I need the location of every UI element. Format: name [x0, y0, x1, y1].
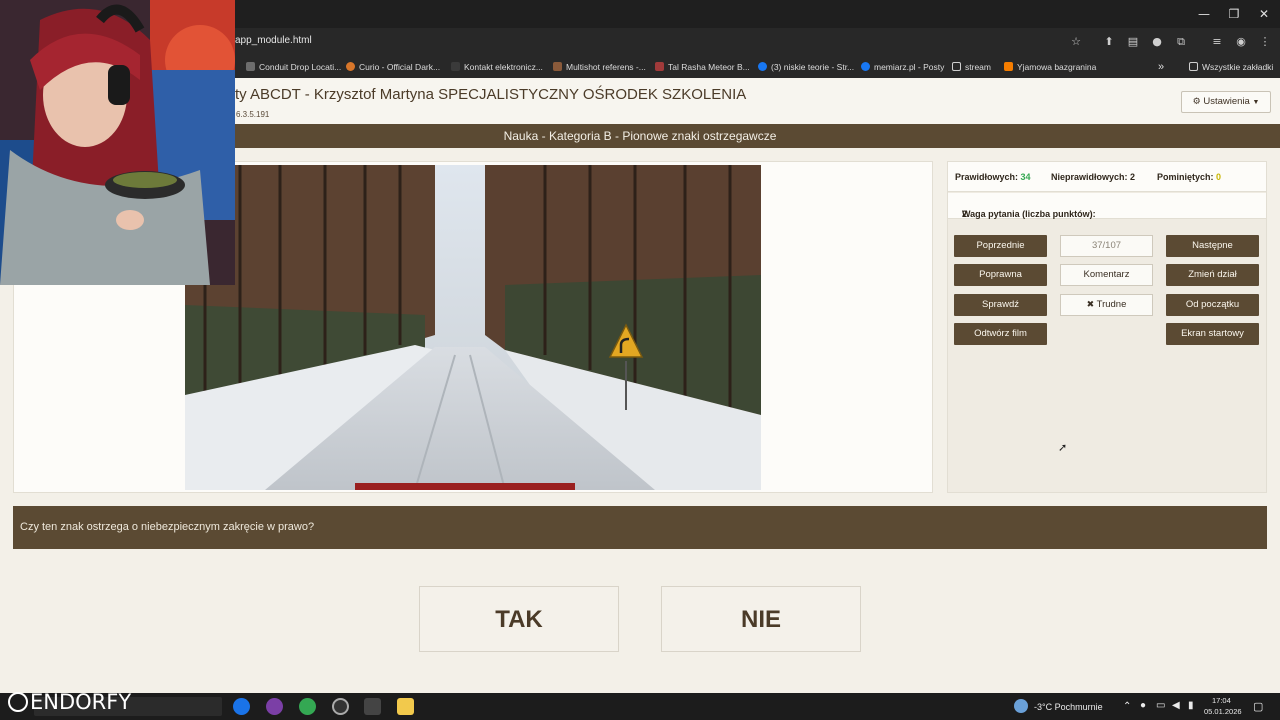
gears-icon: ⚙ — [1192, 97, 1201, 107]
extension-pin-icon[interactable]: ⬆ — [1101, 34, 1117, 50]
bookmark-item[interactable]: Yjamowa bazgranina — [1004, 60, 1096, 74]
facebook-icon — [861, 62, 870, 71]
webcam-overlay — [0, 0, 235, 285]
bookmark-item[interactable]: stream — [952, 60, 991, 74]
stats-row: Prawidłowych: 34 Nieprawidłowych: 2 Pomi… — [948, 162, 1266, 192]
obs-icon[interactable] — [332, 698, 349, 715]
skipped-count: Pominiętych: 0 — [1157, 172, 1222, 182]
document-icon[interactable]: ▤ — [1125, 34, 1141, 50]
answer-no-button[interactable]: NIE — [661, 586, 861, 652]
folder-icon — [952, 62, 961, 71]
edge-browser-icon[interactable] — [233, 698, 250, 715]
windows-taskbar: -3°C Pochmurnie ⌃ ● ▭ ◀ ▮ 17:04 05.01.20… — [0, 693, 1280, 720]
settings-button[interactable]: ⚙ Ustawienia ▼ — [1181, 91, 1271, 113]
close-window-button[interactable]: ✕ — [1249, 4, 1279, 24]
weather-status[interactable]: -3°C Pochmurnie — [1034, 702, 1103, 712]
next-button[interactable]: Następne — [1166, 235, 1259, 257]
network-icon[interactable]: ▭ — [1156, 700, 1165, 711]
question-text: Czy ten znak ostrzega o niebezpiecznym z… — [13, 506, 1267, 549]
site-icon — [655, 62, 664, 71]
streamer-webcam-image — [0, 0, 235, 285]
clock-date[interactable]: 05.01.2026 — [1204, 707, 1242, 716]
file-explorer-icon[interactable] — [397, 698, 414, 715]
tray-arrow-icon[interactable]: ⌃ — [1123, 701, 1131, 712]
correct-answer-button[interactable]: Poprawna — [954, 264, 1047, 286]
bookmark-item[interactable]: memiarz.pl - Posty — [861, 60, 944, 74]
capture-app-icon[interactable] — [364, 698, 381, 715]
close-x-icon: ✖ — [1086, 300, 1095, 310]
site-icon — [553, 62, 562, 71]
folder-icon — [1189, 62, 1198, 71]
curio-icon — [346, 62, 355, 71]
question-weight: Waga pytania (liczba punktów): 2 — [948, 193, 1266, 219]
kebab-menu-icon[interactable]: ⋮ — [1257, 34, 1273, 50]
bookmark-item[interactable]: Kontakt elektronicz... — [451, 60, 543, 74]
url-field[interactable]: app_module.html — [235, 35, 312, 46]
weather-cloud-icon — [1014, 699, 1028, 713]
media-control-icon[interactable]: ≡ — [1209, 34, 1225, 50]
play-film-button[interactable]: Odtwórz film — [954, 323, 1047, 345]
volume-icon[interactable]: ◀ — [1172, 700, 1180, 711]
site-icon — [451, 62, 460, 71]
profile-avatar-icon[interactable]: ◉ — [1233, 34, 1249, 50]
microphone-icon[interactable]: ● — [1140, 700, 1146, 711]
question-counter: 37/107 — [1060, 235, 1153, 257]
question-video-frame[interactable] — [185, 165, 761, 490]
endorfy-watermark-logo: ENDORFY — [8, 690, 131, 714]
bookmark-item[interactable]: Curio - Official Dark... — [346, 60, 440, 74]
bookmark-item[interactable]: Multishot referens -... — [553, 60, 646, 74]
caret-down-icon: ▼ — [1252, 99, 1260, 106]
previous-button[interactable]: Poprzednie — [954, 235, 1047, 257]
start-screen-button[interactable]: Ekran startowy — [1166, 323, 1259, 345]
comment-button[interactable]: Komentarz — [1060, 264, 1153, 286]
extension-icon[interactable]: ● — [1149, 34, 1165, 50]
all-bookmarks-item[interactable]: Wszystkie zakładki — [1189, 60, 1273, 74]
endorfy-logo-icon — [8, 692, 28, 712]
bookmark-item[interactable]: Conduit Drop Locati... — [246, 60, 341, 74]
notification-icon[interactable]: ▢ — [1253, 700, 1263, 713]
site-title: ty ABCDT - Krzysztof Martyna SPECJALISTY… — [235, 86, 747, 103]
bookmark-icon — [246, 62, 255, 71]
bookmark-item[interactable]: Tal Rasha Meteor B... — [655, 60, 750, 74]
blogger-icon — [1004, 62, 1013, 71]
clock-time[interactable]: 17:04 — [1212, 696, 1231, 705]
mouse-cursor-icon: ➚ — [1058, 442, 1068, 454]
puzzle-icon[interactable]: ⧉ — [1173, 34, 1189, 50]
battery-icon[interactable]: ▮ — [1188, 700, 1194, 711]
restart-button[interactable]: Od początku — [1166, 294, 1259, 316]
answer-yes-button[interactable]: TAK — [419, 586, 619, 652]
hard-toggle-button[interactable]: ✖ Trudne — [1060, 294, 1153, 316]
change-section-button[interactable]: Zmień dział — [1166, 264, 1259, 286]
bookmark-star-icon[interactable]: ☆ — [1068, 34, 1084, 50]
chrome-icon[interactable] — [299, 698, 316, 715]
incorrect-count: Nieprawidłowych: 2 — [1051, 172, 1136, 182]
restore-window-button[interactable]: ❐ — [1219, 4, 1249, 24]
more-bookmarks-chevron-icon[interactable]: » — [1158, 60, 1164, 74]
bookmark-item[interactable]: (3) niskie teorie - Str... — [758, 60, 854, 74]
correct-count: Prawidłowych: 34 — [955, 172, 1031, 182]
check-button[interactable]: Sprawdź — [954, 294, 1047, 316]
winter-forest-road-scene — [185, 165, 761, 490]
discord-icon[interactable] — [266, 698, 283, 715]
minimize-window-button[interactable]: — — [1189, 4, 1219, 24]
facebook-icon — [758, 62, 767, 71]
app-version: 6.3.5.191 — [236, 110, 270, 119]
